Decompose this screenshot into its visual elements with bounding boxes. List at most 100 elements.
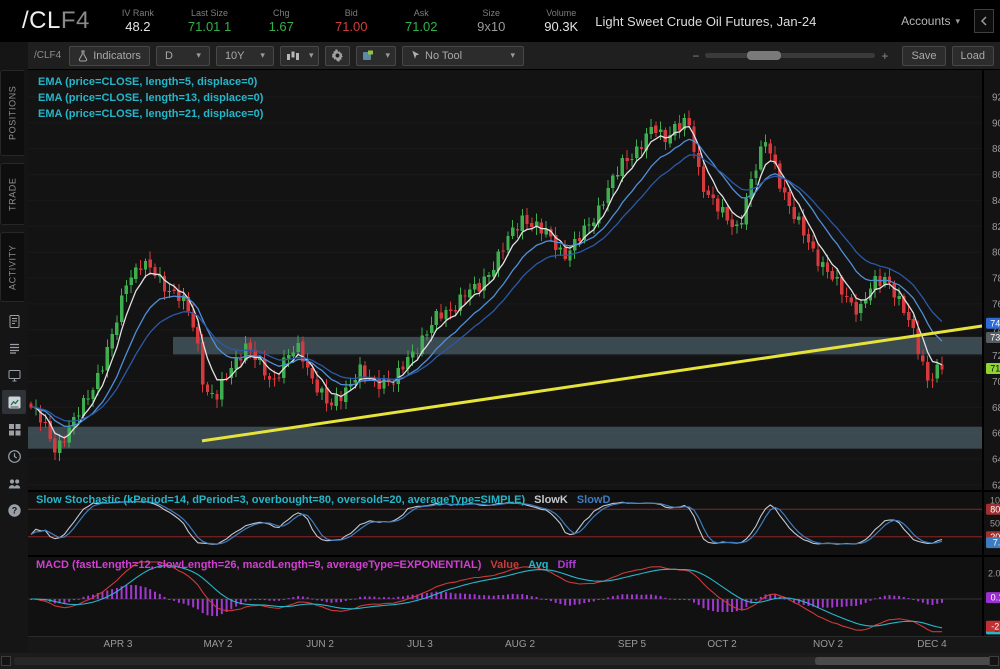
price-axis-label: 62 [992, 480, 1000, 490]
price-axis-label: 70 [992, 377, 1000, 388]
symbol-root: /CL [22, 7, 61, 34]
stochastic-panel: Slow Stochastic (kPeriod=14, dPeriod=3, … [28, 491, 1000, 556]
sidebar-document-icon[interactable] [2, 309, 26, 333]
stochastic-plot[interactable]: 10050.080.020.07.5 [28, 492, 1000, 561]
quote-fields: IV Rank 48.2 Last Size 71.01 1 Chg 1.67 Bid… [118, 8, 581, 34]
date-axis-label: APR 3 [103, 639, 133, 650]
sidebar-tab-activity[interactable]: ACTIVITY [0, 232, 24, 302]
date-axis-label: DEC 4 [917, 639, 947, 650]
chevron-down-icon: ▾ [196, 50, 201, 60]
horizontal-scrollbar[interactable] [0, 653, 1000, 669]
scrollbar-thumb[interactable] [815, 657, 993, 665]
save-button[interactable]: Save [902, 45, 946, 66]
quote-field-value: 1.67 [268, 19, 294, 34]
date-axis-label: JUL 3 [407, 639, 433, 650]
price-axis-badge: 71.0 [986, 363, 1000, 374]
date-axis-label: SEP 5 [617, 639, 647, 650]
drawing-set-dropdown[interactable]: ▾ [356, 45, 396, 66]
svg-text:7.5: 7.5 [993, 538, 1000, 548]
macd-plot[interactable]: 2.00.0-2.0-2.3-2.10.11 [28, 557, 1000, 642]
sidebar-tab-positions[interactable]: POSITIONS [0, 70, 24, 156]
zoom-thumb[interactable] [747, 51, 782, 60]
price-axis-label: 76 [992, 299, 1000, 310]
svg-text:73.4: 73.4 [990, 333, 1000, 343]
chevron-down-icon: ▾ [385, 50, 390, 60]
sidebar-tabs: POSITIONS TRADE ACTIVITY [0, 42, 28, 302]
active-tool-dropdown[interactable]: No Tool ▾ [402, 45, 524, 66]
contract-title: Light Sweet Crude Oil Futures, Jan-24 [595, 13, 817, 29]
chart-settings-button[interactable] [325, 45, 351, 66]
accounts-label: Accounts [901, 14, 951, 28]
quote-field: Size 9x10 [471, 8, 511, 34]
accounts-menu[interactable]: Accounts ▾ [901, 14, 960, 28]
svg-text:71.0: 71.0 [990, 364, 1000, 374]
sidebar-monitor-icon[interactable] [2, 363, 26, 387]
price-axis-label: 84 [992, 196, 1000, 207]
scroll-left-button[interactable] [1, 656, 11, 666]
candlestick-style-icon [286, 51, 299, 60]
watchlist-icon [9, 343, 19, 354]
sidebar-clock-icon[interactable] [2, 444, 26, 468]
zoom-track[interactable] [705, 51, 876, 60]
stoch-axis-label: 50.0 [990, 519, 1000, 529]
date-axis-label: AUG 2 [504, 639, 536, 650]
collapse-panel-button[interactable] [974, 9, 994, 33]
date-axis: APR 3 MAY 2 JUN 2 JUL 3 AUG 2 SEP 5 OCT 2 NOV 2… [28, 636, 1000, 653]
chart-style-dropdown[interactable]: ▾ [279, 45, 320, 66]
sidebar-grid-icon[interactable] [2, 417, 26, 441]
macd-axis-badge: 0.11 [986, 592, 1000, 604]
price-axis-label: 64 [992, 455, 1000, 466]
zoom-in-icon[interactable]: + [881, 49, 888, 63]
quote-field-value: 71.01 1 [187, 19, 232, 34]
scroll-right-button[interactable] [989, 656, 999, 666]
sidebar-watchlist-icon[interactable] [2, 336, 26, 360]
drawing-set-icon [363, 50, 374, 60]
sidebar-chart-icon[interactable] [2, 390, 26, 414]
sidebar-people-icon[interactable] [2, 471, 26, 495]
price-axis-label: 88 [992, 144, 1000, 155]
chevron-down-icon: ▾ [308, 50, 314, 60]
people-icon [8, 478, 20, 488]
svg-text:-2.1: -2.1 [991, 621, 1000, 631]
quote-field-value: 71.00 [334, 19, 368, 34]
quote-field: Volume 90.3K [541, 8, 581, 34]
svg-text:0.11: 0.11 [991, 593, 1000, 603]
help-icon: ? [7, 503, 21, 517]
price-axis-label: 90 [992, 118, 1000, 129]
quote-field-label: Bid [344, 8, 358, 18]
sidebar-help-icon[interactable]: ? [2, 498, 26, 522]
grid-icon [8, 423, 20, 435]
clock-icon [7, 449, 21, 463]
sidebar-tab-trade[interactable]: TRADE [0, 163, 24, 225]
price-axis-badge: 73.4 [986, 332, 1000, 343]
monitor-icon [8, 369, 20, 381]
quote-field: Chg 1.67 [261, 8, 301, 34]
svg-text:?: ? [11, 505, 17, 515]
indicators-button[interactable]: Indicators [69, 45, 150, 66]
quote-field-value: 90.3K [544, 19, 579, 34]
price-axis-label: 66 [992, 429, 1000, 440]
chevron-left-icon [980, 16, 987, 26]
left-sidebar: POSITIONS TRADE ACTIVITY ? [0, 42, 28, 669]
price-axis-label: 82 [992, 222, 1000, 233]
chart-icon [8, 396, 20, 408]
cursor-icon [412, 50, 420, 59]
quote-field-label: Ask [413, 8, 429, 18]
quote-bar: /CLF4 IV Rank 48.2 Last Size 71.01 1 Chg 1… [0, 0, 1000, 42]
range-dropdown[interactable]: 10Y ▾ [215, 45, 274, 66]
svg-text:80.0: 80.0 [990, 504, 1000, 514]
quote-field-value: 48.2 [125, 19, 151, 34]
load-button[interactable]: Load [951, 45, 994, 66]
zoom-slider[interactable]: − + [692, 49, 888, 63]
symbol-suffix: F4 [60, 7, 90, 34]
trading-platform-window: /CLF4 IV Rank 48.2 Last Size 71.01 1 Chg 1… [0, 0, 1000, 669]
candlestick-plot[interactable]: 6264666870727476788082848688909274.573.4… [28, 70, 1000, 495]
timeframe-dropdown[interactable]: D ▾ [155, 45, 210, 66]
price-axis-label: 78 [992, 274, 1000, 285]
quote-field: Bid 71.00 [331, 8, 371, 34]
zoom-out-icon[interactable]: − [692, 49, 699, 63]
range-value: 10Y [224, 49, 245, 62]
price-axis-badge: 74.5 [986, 317, 1000, 329]
price-axis-label: 92 [992, 93, 1000, 104]
price-chart-panel: EMA (price=CLOSE, length=5, displace=0) … [28, 70, 1000, 491]
